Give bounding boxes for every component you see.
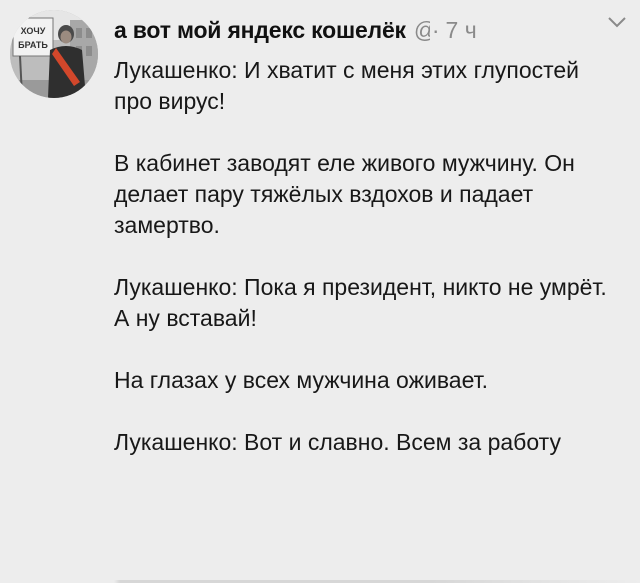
tweet-paragraph: На глазах у всех мужчина оживает.: [114, 367, 488, 393]
tweet-paragraph: Лукашенко: Пока я президент, никто не ум…: [114, 274, 607, 331]
handle[interactable]: @: [414, 17, 430, 44]
tweet-paragraph: В кабинет заводят еле живого мужчину. Он…: [114, 150, 575, 238]
display-name[interactable]: а вот мой яндекс кошелёк: [114, 17, 406, 44]
avatar-photo: ХОЧУ БРАТЬ: [10, 10, 98, 98]
chevron-down-icon[interactable]: [606, 14, 628, 30]
svg-text:ХОЧУ: ХОЧУ: [21, 26, 46, 36]
avatar[interactable]: ХОЧУ БРАТЬ: [10, 10, 98, 98]
tweet-text: Лукашенко: И хватит с меня этих глупосте…: [114, 55, 614, 489]
separator-dot: ·: [431, 16, 440, 43]
svg-text:БРАТЬ: БРАТЬ: [18, 40, 48, 50]
tweet-header: а вот мой яндекс кошелёк @ · 7 ч: [114, 12, 620, 48]
tweet: ХОЧУ БРАТЬ а вот мой яндекс кошелёк @ · …: [0, 0, 640, 583]
tweet-paragraph: Лукашенко: И хватит с меня этих глупосте…: [114, 57, 580, 114]
tweet-paragraph: Лукашенко: Вот и славно. Всем за работу: [114, 429, 561, 455]
timestamp[interactable]: 7 ч: [446, 17, 477, 44]
